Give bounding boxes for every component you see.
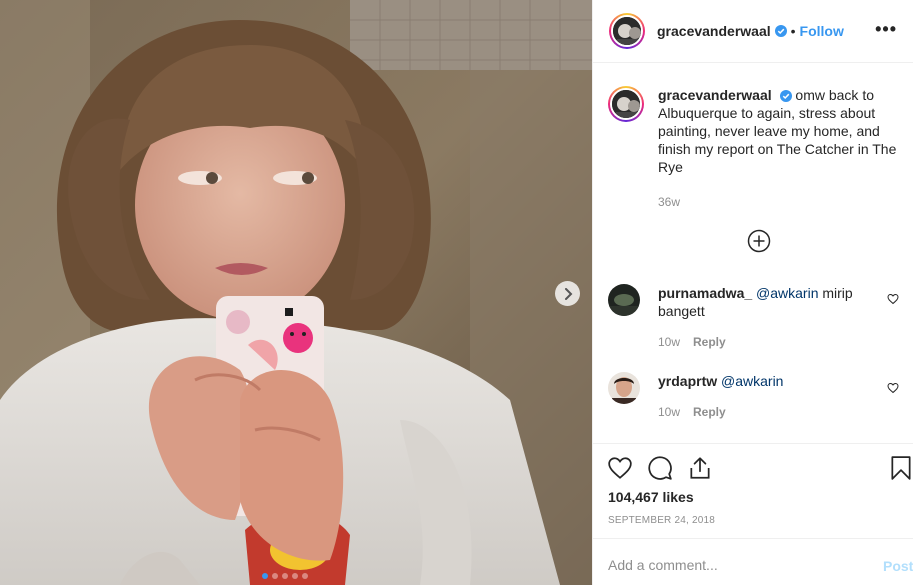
commenter-avatar-image <box>608 372 640 404</box>
verified-badge-icon <box>779 90 792 102</box>
comment-mention[interactable]: @awkarin <box>756 285 818 301</box>
chevron-right-icon <box>564 287 572 300</box>
reply-button[interactable]: Reply <box>693 405 726 419</box>
carousel-dot <box>292 573 298 579</box>
caption-username[interactable]: gracevanderwaal <box>658 87 772 103</box>
post-comment-button[interactable]: Post <box>883 558 913 574</box>
comment-timestamp[interactable]: 10w <box>658 335 680 349</box>
carousel-dot <box>272 573 278 579</box>
verified-badge-icon <box>774 25 787 37</box>
header-separator: • <box>790 23 796 39</box>
input-divider <box>592 538 913 539</box>
carousel-dot <box>262 573 268 579</box>
comment-meta: 10w Reply <box>658 405 726 419</box>
carousel-indicator <box>262 573 308 579</box>
caption-body: gracevanderwaal omw back to Albuquerque … <box>658 86 898 176</box>
comment-timestamp[interactable]: 10w <box>658 405 680 419</box>
comment-username[interactable]: yrdaprtw <box>658 373 717 389</box>
comment-username[interactable]: purnamadwa_ <box>658 285 752 301</box>
caption-timestamp[interactable]: 36w <box>658 195 680 209</box>
like-comment-heart-icon[interactable] <box>887 293 899 305</box>
load-more-comments-icon[interactable] <box>747 229 771 253</box>
caption-author-avatar[interactable] <box>608 86 644 122</box>
comment-body: purnamadwa_ @awkarin mirip bangett <box>658 284 878 320</box>
post-caption: gracevanderwaal omw back to Albuquerque … <box>608 86 898 176</box>
author-username[interactable]: gracevanderwaal <box>657 23 771 39</box>
next-slide-button[interactable] <box>555 281 580 306</box>
heart-icon[interactable] <box>607 455 633 481</box>
post-media[interactable] <box>0 0 592 585</box>
comment-item: purnamadwa_ @awkarin mirip bangett <box>608 284 898 320</box>
carousel-dot <box>282 573 288 579</box>
like-comment-heart-icon[interactable] <box>887 382 899 394</box>
comment-mention[interactable]: @awkarin <box>721 373 783 389</box>
comment-bubble-icon[interactable] <box>647 455 673 481</box>
author-avatar[interactable] <box>609 13 645 49</box>
carousel-dot <box>302 573 308 579</box>
author-avatar-image <box>613 17 641 45</box>
commenter-avatar[interactable] <box>608 372 640 404</box>
comment-body: yrdaprtw @awkarin <box>658 372 878 404</box>
comment-item: yrdaprtw @awkarin <box>608 372 898 404</box>
actions-divider <box>592 443 913 444</box>
share-icon[interactable] <box>687 455 713 481</box>
caption-avatar-image <box>612 90 640 118</box>
likes-count[interactable]: 104,467 likes <box>608 489 694 505</box>
commenter-avatar-image <box>608 284 640 316</box>
bookmark-icon[interactable] <box>888 455 913 481</box>
reply-button[interactable]: Reply <box>693 335 726 349</box>
post-date: SEPTEMBER 24, 2018 <box>608 515 715 526</box>
follow-button[interactable]: Follow <box>800 23 844 39</box>
more-options-button[interactable]: ••• <box>875 20 897 38</box>
commenter-avatar[interactable] <box>608 284 640 316</box>
post-photo <box>0 0 592 585</box>
add-comment-input[interactable] <box>608 557 868 573</box>
post-header: gracevanderwaal • Follow ••• <box>593 0 913 63</box>
comment-meta: 10w Reply <box>658 335 726 349</box>
